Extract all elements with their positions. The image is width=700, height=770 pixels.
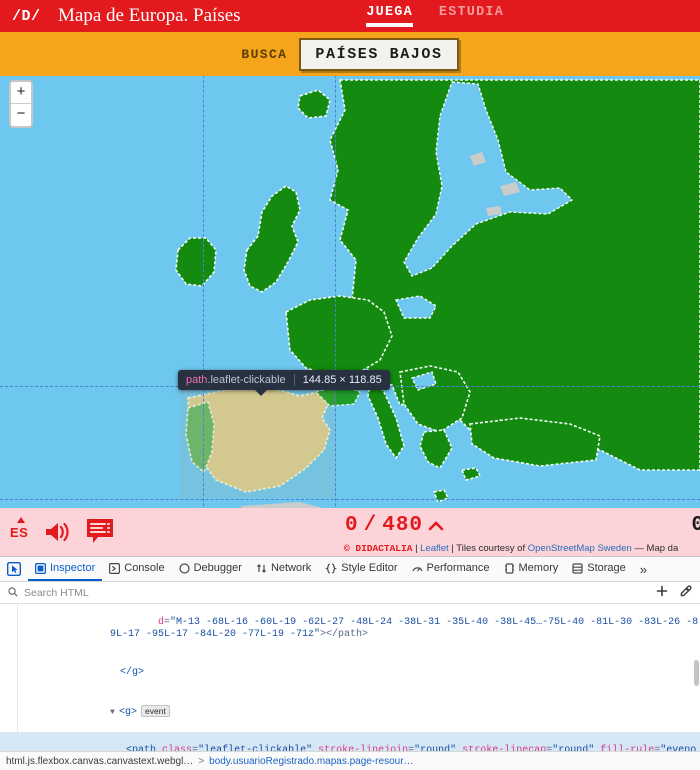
language-button[interactable]: ES [10, 516, 29, 540]
markup-line-g-open[interactable]: ▼ <g> event [0, 692, 700, 732]
tooltip-class-name: .leaflet-clickable [207, 374, 286, 386]
style-editor-icon [325, 563, 338, 574]
speaker-icon[interactable] [44, 521, 70, 543]
markup-view[interactable]: d="M-13 -68L-16 -60L-19 -62L-27 -48L-24 … [0, 604, 700, 751]
search-target-value[interactable]: PAÍSES BAJOS [299, 37, 459, 71]
tab-network-label: Network [270, 562, 312, 574]
tab-inspector-label: Inspector [50, 562, 96, 574]
attribution-sep-1: | [415, 543, 418, 554]
tag-g-close: </g> [120, 666, 145, 678]
attr-name-class: class [162, 744, 193, 751]
markup-line-g-close-1[interactable]: </g> [0, 654, 700, 692]
score-secondary: 0 [691, 514, 700, 537]
tab-style-editor[interactable]: Style Editor [318, 557, 404, 581]
tab-juega[interactable]: JUEGA [366, 5, 413, 27]
attr-value-stroke-linecap[interactable]: "round" [552, 745, 594, 751]
tab-memory-label: Memory [518, 562, 559, 574]
selected-attributes: class="leaflet-clickable" stroke-linejoi… [78, 745, 696, 751]
tooltip-dimensions: 144.85 × 118.85 [302, 374, 382, 386]
tooltip-tag-name: path [186, 374, 208, 386]
attr-value-class[interactable]: "leaflet-clickable" [198, 745, 312, 751]
markup-search-input[interactable]: Search HTML [24, 587, 89, 599]
network-icon [256, 563, 267, 574]
tab-network[interactable]: Network [249, 557, 318, 581]
notes-icon[interactable] [86, 518, 114, 546]
tab-debugger-label: Debugger [193, 562, 242, 574]
gamebar-left-controls: ES [0, 516, 114, 546]
breadcrumb-separator: > [198, 755, 205, 767]
tab-debugger[interactable]: Debugger [172, 557, 249, 581]
tab-console-label: Console [124, 562, 165, 574]
language-label: ES [10, 524, 29, 540]
game-bottom-bar: ES 0 / 480 0 © DIDACTALIA | Leaflet | Ti… [0, 508, 700, 556]
tab-memory[interactable]: Memory [497, 557, 566, 581]
attr-name-stroke-linecap: stroke-linecap [462, 744, 547, 751]
tab-storage[interactable]: Storage [565, 557, 633, 581]
tab-inspector[interactable]: Inspector [28, 557, 103, 581]
search-label: BUSCA [241, 46, 288, 62]
attr-value-d: "M-13 -68L-16 -60L-19 -62L-27 -48L-24 -3… [110, 616, 699, 641]
map-zoom-control[interactable]: + − [9, 80, 33, 128]
devtools-more-tabs-button[interactable]: » [633, 557, 654, 581]
search-bar: BUSCA PAÍSES BAJOS [0, 32, 700, 76]
score-current: 0 [345, 514, 359, 537]
attr-value-stroke-linejoin[interactable]: "round" [414, 745, 456, 751]
game-area: + − path.leaflet-clickable 144.85 × 118.… [0, 0, 700, 556]
tab-style-editor-label: Style Editor [341, 562, 398, 574]
event-badge[interactable]: event [141, 704, 170, 717]
attribution-leaflet-link[interactable]: Leaflet [420, 543, 449, 554]
breadcrumb: html.js.flexbox.canvas.canvastext.webgl…… [0, 751, 700, 770]
tag-g-open: <g> [119, 706, 138, 718]
markup-search-bar: Search HTML [0, 582, 700, 604]
tab-storage-label: Storage [587, 562, 626, 574]
map-attribution: © DIDACTALIA | Leaflet | Tiles courtesy … [344, 543, 678, 554]
attr-name-fill-rule: fill-rule [600, 744, 655, 751]
breadcrumb-item-html[interactable]: html.js.flexbox.canvas.canvastext.webgl… [6, 756, 193, 767]
attr-name-stroke-linejoin: stroke-linejoin [318, 744, 409, 751]
zoom-in-button[interactable]: + [11, 82, 31, 104]
search-icon [8, 584, 18, 602]
plus-icon[interactable] [656, 584, 668, 602]
score-total: 480 [382, 514, 424, 537]
markup-line-selected-path[interactable]: <path class="leaflet-clickable" stroke-l… [0, 731, 700, 751]
debugger-icon [179, 562, 190, 574]
score-separator: / [363, 514, 378, 537]
twisty-expanded-icon[interactable]: ▼ [110, 707, 119, 720]
selected-tag-open: <path [126, 744, 157, 751]
chevron-up-icon[interactable] [428, 520, 444, 532]
inspector-element-tooltip: path.leaflet-clickable 144.85 × 118.85 [178, 370, 390, 396]
europe-map[interactable] [0, 0, 700, 556]
score-display[interactable]: 0 / 480 [345, 514, 444, 537]
attribution-tiles-suffix: — Map da [634, 543, 679, 554]
storage-icon [572, 562, 583, 574]
attribution-sep-2: | [451, 543, 454, 554]
inspector-icon [35, 562, 46, 574]
eyedropper-icon[interactable] [680, 584, 692, 602]
devtools-toolbar: Inspector Console Debugger Network Style… [0, 557, 700, 582]
memory-icon [504, 562, 515, 574]
tab-estudia[interactable]: ESTUDIA [439, 5, 504, 27]
app-root: + − path.leaflet-clickable 144.85 × 118.… [0, 0, 700, 770]
attribution-brand: © DIDACTALIA [344, 543, 413, 554]
attribution-tiles-prefix: Tiles courtesy of [456, 543, 526, 554]
caret-up-icon [17, 516, 25, 523]
tab-performance-label: Performance [426, 562, 490, 574]
page-title: Mapa de Europa. Países [58, 5, 241, 26]
path-close-1: ></path> [320, 629, 369, 641]
markup-line-path-d[interactable]: d="M-13 -68L-16 -60L-19 -62L-27 -48L-24 … [0, 604, 700, 654]
brand-logo[interactable]: /D/ [0, 8, 58, 25]
tab-console[interactable]: Console [102, 557, 171, 581]
header-tabs: JUEGA ESTUDIA [366, 5, 700, 27]
element-picker-icon[interactable] [0, 557, 28, 581]
site-header: /D/ Mapa de Europa. Países JUEGA ESTUDIA [0, 0, 700, 32]
console-icon [109, 562, 121, 574]
breadcrumb-item-body[interactable]: body.usuarioRegistrado.mapas.page-resour… [209, 756, 413, 767]
zoom-out-button[interactable]: − [11, 104, 31, 126]
tab-performance[interactable]: Performance [405, 557, 497, 581]
tooltip-divider [293, 374, 295, 386]
attribution-osm-link[interactable]: OpenStreetMap Sweden [528, 543, 632, 554]
performance-icon [411, 563, 423, 574]
devtools-panel: Inspector Console Debugger Network Style… [0, 556, 700, 770]
